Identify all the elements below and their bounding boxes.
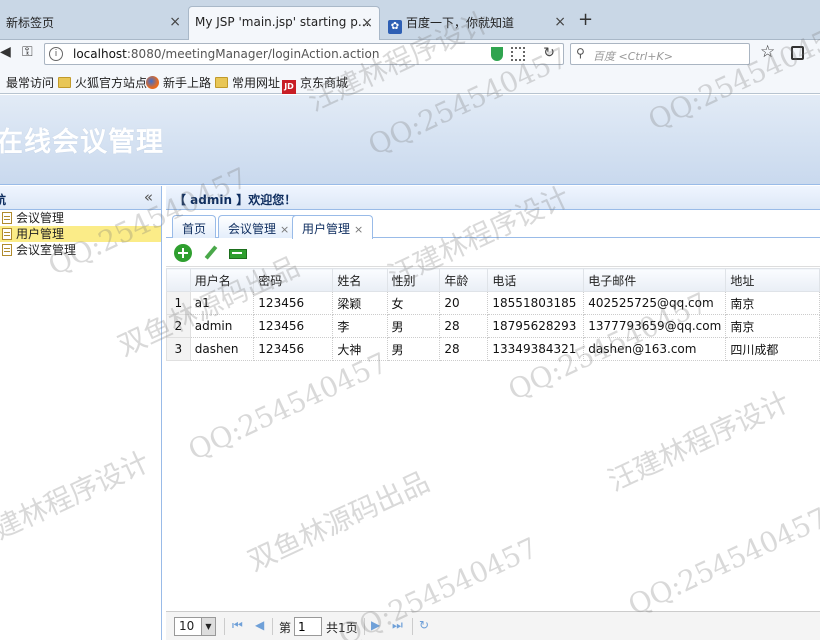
table-row[interactable]: 1 a1 123456 梁颖 女 20 18551803185 40252572… — [166, 291, 820, 315]
pagination-bar: 10 ▼ ⏮ ◀ 第 共1页 ▶ ⏭ ↻ — [166, 611, 820, 640]
content-tabs: 首页 会议管理 × 用户管理 × — [166, 211, 820, 239]
bookmark-star-icon[interactable]: ☆ — [760, 42, 775, 62]
table-row[interactable]: 2 admin 123456 李 男 28 18795628293 137779… — [166, 314, 820, 338]
next-page-icon[interactable]: ▶ — [371, 618, 380, 632]
tab-user-manage[interactable]: 用户管理 × — [292, 215, 374, 239]
app-header: 在线会议管理 — [0, 95, 820, 185]
tab-label: 新标签页 — [6, 16, 55, 30]
key-icon[interactable]: ⚿ — [22, 44, 33, 60]
column-header[interactable]: 电话 — [487, 268, 585, 292]
browser-tab-baidu[interactable]: ✿ 百度一下，你就知道 × — [382, 6, 572, 40]
new-tab-button[interactable]: + — [578, 9, 593, 30]
back-icon[interactable]: ◀ — [0, 44, 11, 60]
page-label: 第 — [279, 621, 292, 635]
grid-toolbar — [166, 239, 820, 267]
url-text: localhost:8080/meetingManager/loginActio… — [73, 47, 380, 61]
nav-item-room-manage[interactable]: 会议室管理 — [0, 242, 161, 258]
prev-page-icon[interactable]: ◀ — [255, 618, 264, 632]
search-placeholder: 百度 <Ctrl+K> — [593, 50, 673, 63]
document-icon — [2, 212, 12, 224]
bookmarks-bar: 最常访问 火狐官方站点 新手上路 常用网址 JD 京东商城 — [0, 68, 820, 94]
nav-item-user-manage[interactable]: 用户管理 — [0, 226, 161, 242]
edit-pencil-icon[interactable] — [202, 244, 220, 262]
bookmark-jd[interactable]: JD 京东商城 — [282, 74, 348, 94]
bookmark-common-sites[interactable]: 常用网址 — [215, 74, 280, 91]
close-icon[interactable]: × — [554, 14, 566, 30]
remove-icon[interactable] — [228, 244, 247, 262]
column-header[interactable]: 电子邮件 — [583, 268, 727, 292]
main-panel: 【 admin 】欢迎您！ 首页 会议管理 × 用户管理 × 用户名 密码 姓名 性… — [166, 186, 820, 640]
close-icon[interactable]: × — [169, 14, 181, 30]
refresh-icon[interactable]: ↻ — [419, 618, 429, 632]
pager-divider — [224, 618, 225, 635]
jd-icon: JD — [282, 80, 296, 94]
browser-tab-new[interactable]: 新标签页 × — [0, 6, 187, 40]
search-bar[interactable]: ⚲ 百度 <Ctrl+K> — [570, 43, 750, 65]
browser-navbar: ◀ ⚿ i localhost:8080/meetingManager/logi… — [0, 40, 820, 68]
column-header[interactable]: 地址 — [725, 268, 820, 292]
qr-code-icon[interactable] — [511, 47, 525, 61]
document-icon — [2, 228, 12, 240]
tab-home[interactable]: 首页 — [172, 215, 217, 238]
reading-list-icon[interactable] — [791, 46, 804, 60]
left-nav-panel: 航 « 会议管理 用户管理 会议室管理 — [0, 186, 162, 640]
column-header[interactable]: 性别 — [386, 268, 441, 292]
url-bar[interactable]: i localhost:8080/meetingManager/loginAct… — [44, 43, 564, 65]
welcome-message: 【 admin 】欢迎您！ — [166, 186, 820, 210]
close-icon[interactable]: × — [280, 223, 289, 236]
search-icon: ⚲ — [576, 46, 585, 60]
left-nav-header: 航 « — [0, 186, 161, 210]
chevron-down-icon: ▼ — [201, 618, 215, 635]
add-icon[interactable] — [174, 244, 192, 262]
first-page-icon[interactable]: ⏮ — [232, 618, 243, 633]
bookmark-firefox-site[interactable]: 火狐官方站点 — [58, 74, 147, 91]
close-icon[interactable]: × — [361, 15, 373, 31]
last-page-icon[interactable]: ⏭ — [392, 618, 403, 633]
pager-divider — [364, 618, 365, 635]
close-icon[interactable]: × — [354, 223, 363, 236]
page-number-input[interactable] — [294, 617, 322, 636]
column-header[interactable]: 密码 — [253, 268, 334, 292]
folder-icon — [58, 77, 71, 88]
left-nav-title: 航 — [0, 193, 7, 207]
shield-icon[interactable] — [491, 47, 503, 61]
tab-label: My JSP 'main.jsp' starting p... — [195, 15, 370, 29]
row-number-header — [166, 268, 191, 292]
document-icon — [2, 244, 12, 256]
app-title: 在线会议管理 — [0, 127, 164, 158]
info-icon[interactable]: i — [49, 47, 63, 61]
bookmark-getting-started[interactable]: 新手上路 — [146, 74, 211, 91]
pager-divider — [272, 618, 273, 635]
column-header[interactable]: 年龄 — [439, 268, 489, 292]
pager-divider — [412, 618, 413, 635]
collapse-left-icon[interactable]: « — [144, 188, 153, 206]
tab-label: 百度一下，你就知道 — [406, 16, 515, 30]
firefox-icon — [146, 76, 159, 89]
table-row[interactable]: 3 dashen 123456 大神 男 28 13349384321 dash… — [166, 337, 820, 361]
folder-icon — [215, 77, 228, 88]
page-size-select[interactable]: 10 ▼ — [174, 617, 216, 636]
table-header-row: 用户名 密码 姓名 性别 年龄 电话 电子邮件 地址 — [166, 268, 820, 292]
tab-meeting-manage[interactable]: 会议管理 × — [218, 215, 300, 238]
nav-item-meeting-manage[interactable]: 会议管理 — [0, 210, 161, 226]
browser-tabstrip: 新标签页 × My JSP 'main.jsp' starting p... ×… — [0, 0, 820, 40]
column-header[interactable]: 姓名 — [332, 268, 388, 292]
reload-icon[interactable]: ↻ — [543, 45, 555, 61]
browser-tab-main[interactable]: My JSP 'main.jsp' starting p... × — [188, 6, 380, 40]
user-table: 用户名 密码 姓名 性别 年龄 电话 电子邮件 地址 1 a1 123456 梁… — [166, 268, 820, 361]
column-header[interactable]: 用户名 — [189, 268, 255, 292]
baidu-paw-icon: ✿ — [388, 20, 402, 34]
total-pages-label: 共1页 — [326, 621, 358, 635]
bookmark-most-visited[interactable]: 最常访问 — [6, 74, 54, 91]
